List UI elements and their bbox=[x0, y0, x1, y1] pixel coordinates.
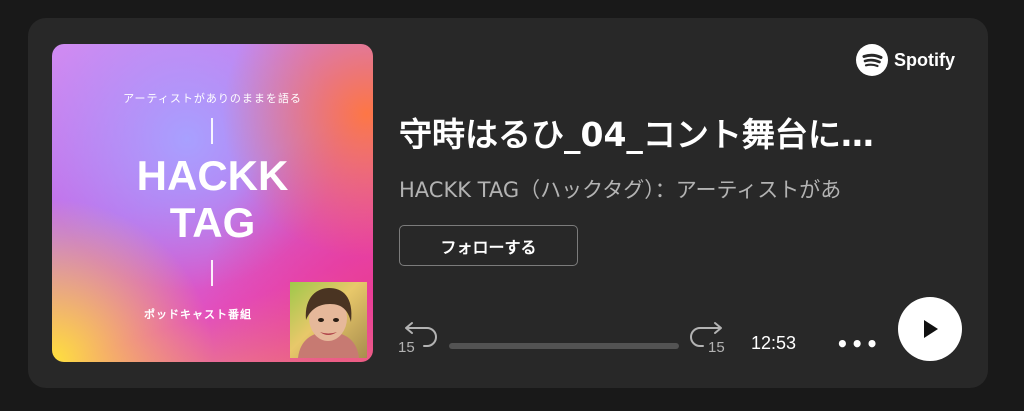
skip-forward-seconds: 15 bbox=[708, 339, 725, 356]
show-name[interactable]: HACKK TAG（ハックタグ）：アーティストがあ bbox=[399, 174, 961, 204]
skip-back-15-button[interactable]: 15 bbox=[397, 320, 437, 356]
play-button[interactable] bbox=[898, 297, 962, 361]
skip-forward-15-icon: 15 bbox=[690, 322, 725, 356]
more-options-button[interactable]: ••• bbox=[836, 332, 880, 356]
podcast-cover-art[interactable]: アーティストがありのままを語る HACKK TAG ポッドキャスト番組 bbox=[52, 44, 373, 362]
follow-button[interactable]: フォローする bbox=[399, 225, 578, 266]
cover-title-line1: HACKK bbox=[136, 152, 289, 199]
cover-divider-bottom bbox=[211, 260, 213, 286]
skip-back-seconds: 15 bbox=[398, 339, 415, 356]
guest-portrait bbox=[290, 282, 367, 358]
spotify-wordmark: Spotify bbox=[894, 49, 955, 70]
progress-bar[interactable] bbox=[449, 343, 679, 349]
spotify-logo[interactable]: Spotify bbox=[856, 44, 955, 76]
episode-title[interactable]: 守時はるひ_04_コント舞台に… bbox=[399, 108, 959, 156]
spotify-logo-icon bbox=[856, 44, 888, 76]
play-icon bbox=[924, 320, 938, 338]
cover-title: HACKK TAG bbox=[52, 152, 373, 246]
skip-forward-15-button[interactable]: 15 bbox=[690, 320, 730, 356]
episode-duration: 12:53 bbox=[751, 333, 797, 353]
cover-tagline: アーティストがありのままを語る bbox=[123, 92, 302, 105]
cover-title-line2: TAG bbox=[169, 199, 256, 246]
cover-divider-top bbox=[211, 118, 213, 144]
skip-back-15-icon: 15 bbox=[398, 322, 437, 356]
cover-subtitle: ポッドキャスト番組 bbox=[144, 308, 252, 321]
